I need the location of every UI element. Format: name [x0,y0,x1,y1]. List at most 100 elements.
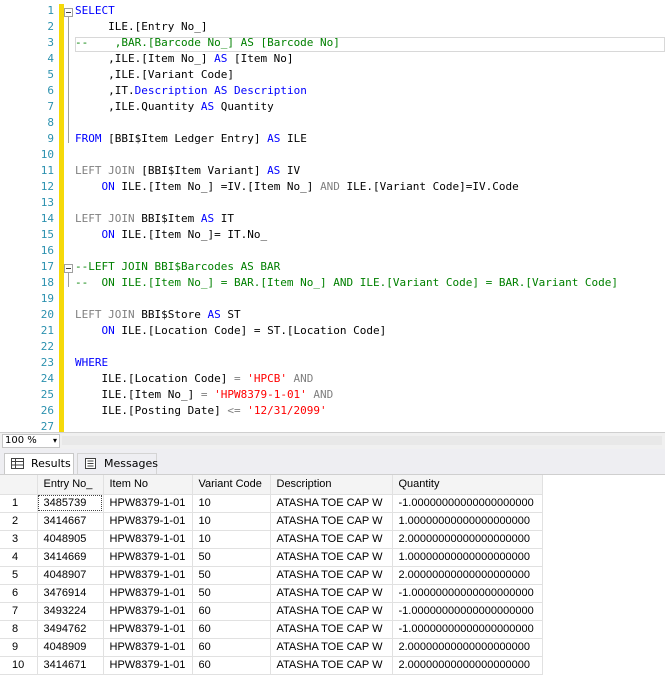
cell[interactable]: HPW8379-1-01 [103,512,193,531]
cell[interactable]: -1.00000000000000000000 [392,494,543,513]
table-row[interactable]: 9 4048909 HPW8379-1-01 60 ATASHA TOE CAP… [0,638,543,657]
cell[interactable]: 60 [192,638,271,657]
cell[interactable]: 1.00000000000000000000 [392,548,543,567]
cell[interactable]: HPW8379-1-01 [103,494,193,513]
cell[interactable]: 2.00000000000000000000 [392,530,543,549]
row-number[interactable]: 7 [0,602,38,621]
cell[interactable]: HPW8379-1-01 [103,584,193,603]
cell[interactable]: 4048905 [37,530,104,549]
cell[interactable]: 3476914 [37,584,104,603]
cell[interactable]: 2.00000000000000000000 [392,638,543,657]
cell[interactable]: 4048907 [37,566,104,585]
cell[interactable]: 3493224 [37,602,104,621]
row-number[interactable]: 2 [0,512,38,531]
zoom-select[interactable]: 100 % ▾ [2,434,60,448]
cell[interactable]: 10 [192,512,271,531]
row-number[interactable]: 6 [0,584,38,603]
results-tabs: Results Messages [0,449,665,475]
row-number[interactable]: 1 [0,494,38,513]
cell[interactable]: HPW8379-1-01 [103,638,193,657]
cell[interactable]: HPW8379-1-01 [103,566,193,585]
collapse-comment-icon[interactable] [64,264,73,273]
line-number: 11 [40,164,54,177]
row-number[interactable]: 5 [0,566,38,585]
cell[interactable]: -1.00000000000000000000 [392,620,543,639]
comment-text: -- ON ILE.[Item No_] = BAR.[Item No_] AN… [75,276,619,289]
corner-cell[interactable] [0,475,38,495]
cell[interactable]: 3414667 [37,512,104,531]
row-number[interactable]: 8 [0,620,38,639]
cell[interactable]: ATASHA TOE CAP W [270,638,393,657]
cell[interactable]: ATASHA TOE CAP W [270,512,393,531]
table-row[interactable]: 7 3493224 HPW8379-1-01 60 ATASHA TOE CAP… [0,602,543,621]
on-keyword: ON [75,228,115,241]
table-row[interactable]: 5 4048907 HPW8379-1-01 50 ATASHA TOE CAP… [0,566,543,585]
cell[interactable]: ATASHA TOE CAP W [270,494,393,513]
cell[interactable]: 10 [192,494,271,513]
cell[interactable]: 3485739 [37,494,104,513]
table-row[interactable]: 6 3476914 HPW8379-1-01 50 ATASHA TOE CAP… [0,584,543,603]
cell[interactable]: ATASHA TOE CAP W [270,548,393,567]
cell[interactable]: 2.00000000000000000000 [392,656,543,675]
code-line: ,ILE.[Variant Code] [75,67,234,83]
row-number[interactable]: 3 [0,530,38,549]
table-row[interactable]: 3 4048905 HPW8379-1-01 10 ATASHA TOE CAP… [0,530,543,549]
cell[interactable]: HPW8379-1-01 [103,548,193,567]
row-number[interactable]: 4 [0,548,38,567]
code-line: -- ,BAR.[Barcode No_] AS [Barcode No] [75,35,340,51]
line-number: 23 [40,356,54,369]
cell[interactable]: 3414669 [37,548,104,567]
cell[interactable]: 60 [192,620,271,639]
table-row[interactable]: 8 3494762 HPW8379-1-01 60 ATASHA TOE CAP… [0,620,543,639]
cell[interactable]: 4048909 [37,638,104,657]
cell[interactable]: HPW8379-1-01 [103,530,193,549]
cell[interactable]: ATASHA TOE CAP W [270,584,393,603]
table-row[interactable]: 10 3414671 HPW8379-1-01 60 ATASHA TOE CA… [0,656,543,675]
cell[interactable]: 1.00000000000000000000 [392,512,543,531]
column-header[interactable]: Description [270,475,393,495]
cell[interactable]: ATASHA TOE CAP W [270,620,393,639]
code-text: ILE.[Item No_] =IV.[Item No_] [114,180,321,193]
code-text: ,ILE.[Item No_] [75,52,215,65]
tab-messages[interactable]: Messages [77,453,158,474]
cell[interactable]: ATASHA TOE CAP W [270,530,393,549]
horizontal-scrollbar[interactable] [62,436,662,445]
cell[interactable]: 60 [192,656,271,675]
table-row[interactable]: 2 3414667 HPW8379-1-01 10 ATASHA TOE CAP… [0,512,543,531]
column-header[interactable]: Entry No_ [37,475,104,495]
cell[interactable]: 3494762 [37,620,104,639]
cell[interactable]: ATASHA TOE CAP W [270,566,393,585]
cell[interactable]: HPW8379-1-01 [103,620,193,639]
cell[interactable]: 60 [192,602,271,621]
code-line: SELECT [75,3,115,19]
cell[interactable]: 50 [192,548,271,567]
cell[interactable]: 50 [192,566,271,585]
code-text: ILE.[Location Code] [75,372,234,385]
column-header[interactable]: Variant Code [192,475,271,495]
column-header[interactable]: Quantity [392,475,543,495]
table-row[interactable]: 1 3485739 HPW8379-1-01 10 ATASHA TOE CAP… [0,494,543,513]
column-header[interactable]: Item No [103,475,193,495]
cell[interactable]: ATASHA TOE CAP W [270,656,393,675]
cell[interactable]: 2.00000000000000000000 [392,566,543,585]
cell[interactable]: ATASHA TOE CAP W [270,602,393,621]
cell[interactable]: HPW8379-1-01 [103,602,193,621]
chevron-down-icon[interactable]: ▾ [53,435,57,447]
code-line: ,IT.Description AS Description [75,83,307,99]
cell[interactable]: -1.00000000000000000000 [392,584,543,603]
table-row[interactable]: 4 3414669 HPW8379-1-01 50 ATASHA TOE CAP… [0,548,543,567]
line-number: 10 [40,148,54,161]
query-editor[interactable]: 1 2 3 4 5 6 7 8 9 10 11 12 13 14 15 16 1… [0,0,665,432]
cell[interactable]: 10 [192,530,271,549]
cell[interactable]: 50 [192,584,271,603]
row-number[interactable]: 10 [0,656,38,675]
cell[interactable]: 3414671 [37,656,104,675]
cell[interactable]: HPW8379-1-01 [103,656,193,675]
collapse-select-icon[interactable] [64,8,73,17]
on-keyword: ON [75,180,115,193]
row-number[interactable]: 9 [0,638,38,657]
cell[interactable]: -1.00000000000000000000 [392,602,543,621]
tab-results[interactable]: Results [4,453,74,474]
line-number: 8 [47,116,54,129]
results-grid[interactable]: Entry No_ Item No Variant Code Descripti… [0,475,665,691]
